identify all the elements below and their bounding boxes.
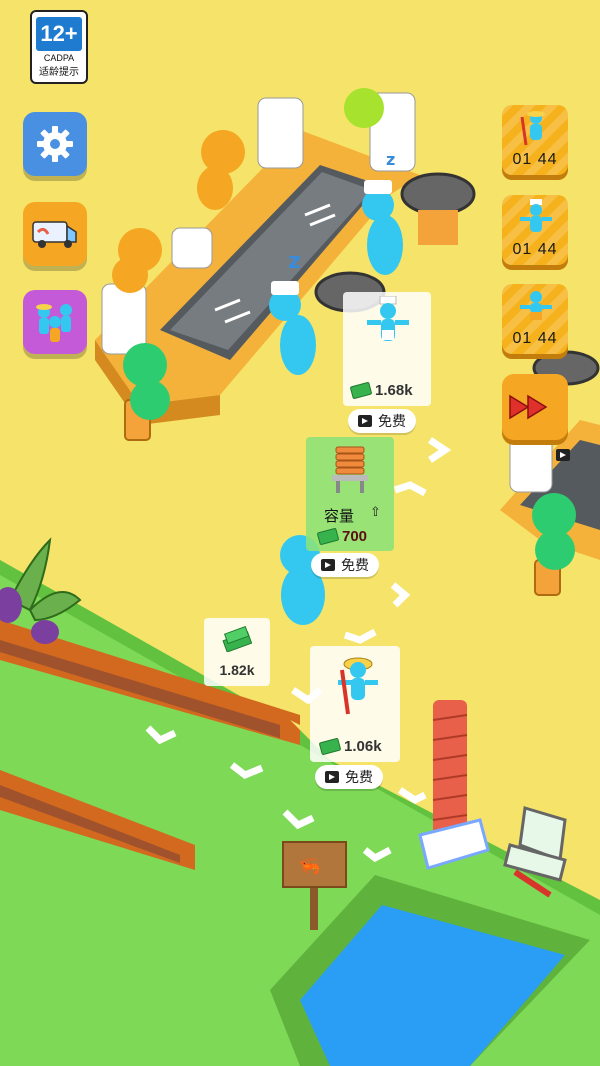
hire-chef-price-value: 1.68k [375,382,413,399]
fisher-upgrade-icon [338,657,378,715]
video-ad-icon [358,415,372,427]
plate-stack-5 [509,431,553,493]
svg-text:z: z [386,150,395,169]
cash-pickup-card[interactable]: 1.82k [204,618,270,686]
hire-fisher-price: 1.06k [318,737,382,756]
gear-icon [37,126,73,162]
hire-chef-free-button[interactable]: 免费 [348,409,416,433]
capacity-free-label: 免费 [341,558,369,574]
workers-icon [36,304,72,342]
plate-stack-1 [257,97,304,169]
hire-chef-price: 1.68k [349,381,413,400]
chef-worker-icon [520,199,552,232]
capacity-label: 容量 [324,507,355,525]
hire-chef-card[interactable]: 1.68k [343,292,431,406]
age-rating-org: CADPA [43,53,75,63]
customer-orange-head [201,130,245,174]
helper-worker-icon [520,291,552,320]
staff-button[interactable] [23,290,87,354]
cash-pickup-amount: 1.82k [219,662,255,678]
age-rating-label: 适龄提示 [39,67,79,78]
video-ad-icon [325,771,339,783]
worker-timer-fisher[interactable]: 01 44 [502,105,568,175]
capacity-free-button[interactable]: 免费 [311,553,379,577]
cash-pile-icon [222,626,252,652]
age-rating-badge: 12+ CADPA 适龄提示 [30,10,88,84]
cash-icon [316,527,340,546]
cash-icon [349,381,373,400]
game-scene: z z 🦐 12+ CADPA 适龄提示 01 44 01 44 01 44 1… [0,0,600,1066]
capacity-card[interactable]: 容量 ⇧ 700 [306,437,394,551]
van-icon [32,221,77,248]
capacity-price: 700 [316,527,368,546]
plate-stack-4 [101,283,147,355]
hire-fisher-price-value: 1.06k [344,738,382,755]
cash-icon [318,737,342,756]
delivery-button[interactable] [23,202,87,266]
worker-timer-chef-time: 01 44 [512,241,558,258]
hire-fisher-free-label: 免费 [345,770,373,786]
fisher-worker-icon [520,111,545,146]
hire-fisher-card[interactable]: 1.06k [310,646,400,762]
worker-timer-chef[interactable]: 01 44 [502,195,568,265]
plate-stack-icon [332,446,368,493]
svg-text:🦐: 🦐 [298,856,320,877]
worker-timer-helper[interactable]: 01 44 [502,284,568,354]
capacity-price-value: 700 [342,528,368,545]
hire-chef-free-label: 免费 [378,414,406,430]
customer-lime-head [344,88,384,128]
worker-timer-helper-time: 01 44 [512,330,558,347]
settings-button[interactable] [23,112,87,176]
worker-timer-fisher-time: 01 44 [512,151,558,168]
speedup-button[interactable] [502,374,570,461]
chef-upgrade-icon [367,296,409,341]
video-ad-icon [321,559,335,571]
plate-stack-3 [171,227,213,269]
customer-green-head [123,343,167,387]
age-rating-number: 12+ [36,17,82,51]
upgrade-arrow-icon: ⇧ [370,505,381,520]
wok-1 [400,172,476,216]
hire-fisher-free-button[interactable]: 免费 [315,765,383,789]
fast-forward-icon [509,394,548,420]
video-ad-icon [556,449,570,461]
svg-text:z: z [288,249,301,274]
